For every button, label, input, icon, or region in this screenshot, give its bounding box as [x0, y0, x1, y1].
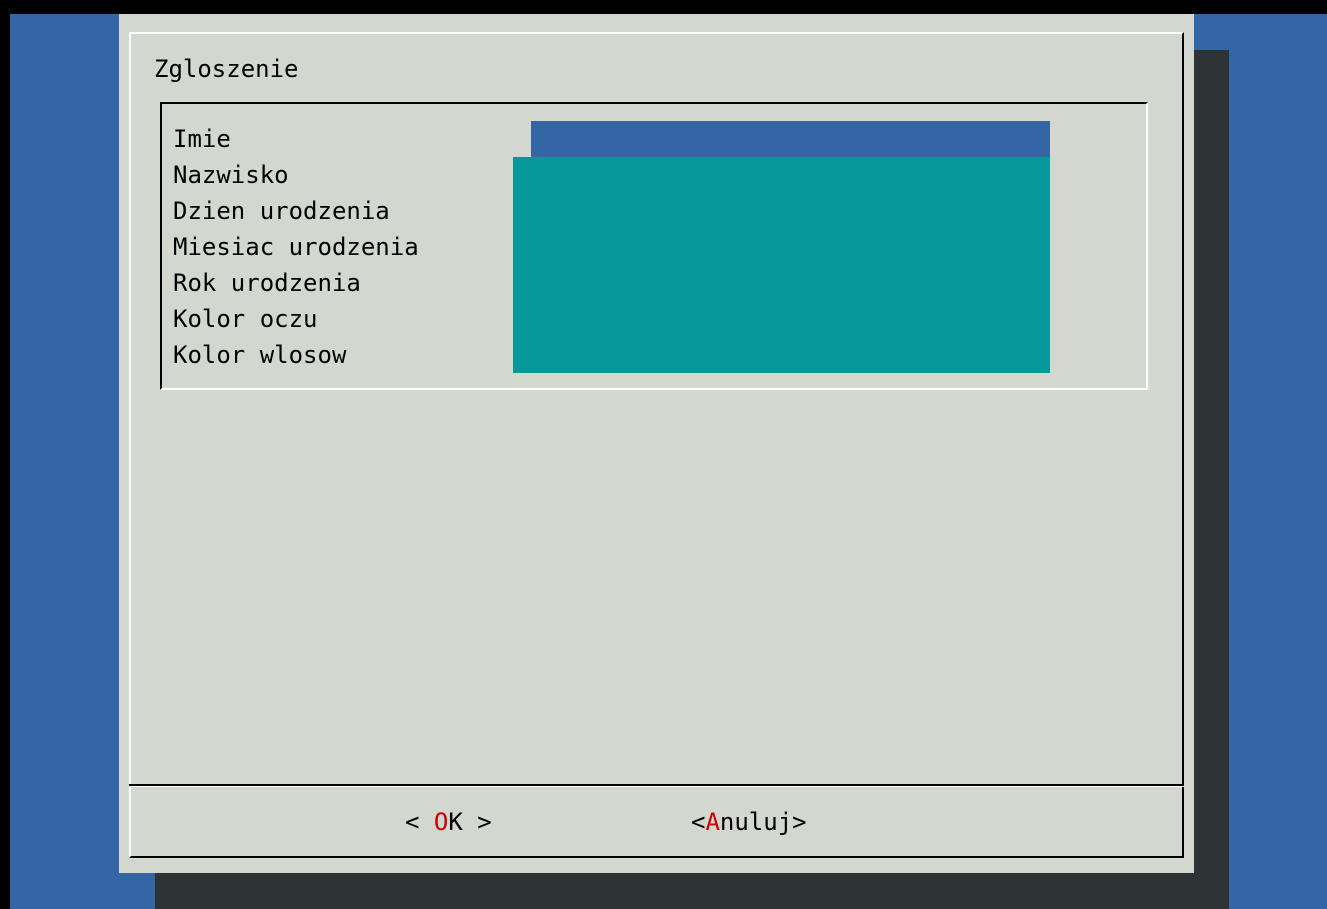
ok-button-left-bracket: <: [405, 808, 434, 836]
ok-button-hotkey: O: [433, 808, 449, 836]
field-input-nazwisko[interactable]: [513, 157, 1050, 193]
field-input-imie[interactable]: [531, 121, 1050, 157]
cancel-button-left-bracket: <: [691, 808, 706, 836]
field-label-dzien-urodzenia: Dzien urodzenia: [173, 197, 390, 225]
cancel-button-label-rest: nuluj: [719, 808, 793, 836]
ok-button-label-rest: K: [448, 808, 463, 836]
field-label-rok-urodzenia: Rok urodzenia: [173, 269, 361, 297]
field-label-miesiac-urodzenia: Miesiac urodzenia: [173, 233, 419, 261]
ok-button[interactable]: < OK >: [405, 804, 492, 840]
field-label-kolor-oczu: Kolor oczu: [173, 305, 318, 333]
button-separator: [129, 784, 1184, 787]
dialog-title: Zgloszenie: [154, 55, 299, 83]
cancel-button[interactable]: <Anuluj>: [691, 804, 807, 840]
field-input-kolor-oczu[interactable]: [513, 301, 1050, 337]
field-input-rok-urodzenia[interactable]: [513, 265, 1050, 301]
field-input-dzien-urodzenia[interactable]: [513, 193, 1050, 229]
field-input-kolor-wlosow[interactable]: [513, 337, 1050, 373]
cancel-button-hotkey: A: [705, 808, 720, 836]
cancel-button-right-bracket: >: [792, 808, 807, 836]
field-input-miesiac-urodzenia[interactable]: [513, 229, 1050, 265]
field-label-imie: Imie: [173, 125, 231, 153]
ok-button-right-bracket: >: [462, 808, 492, 836]
field-label-kolor-wlosow: Kolor wlosow: [173, 341, 347, 369]
field-label-nazwisko: Nazwisko: [173, 161, 289, 189]
